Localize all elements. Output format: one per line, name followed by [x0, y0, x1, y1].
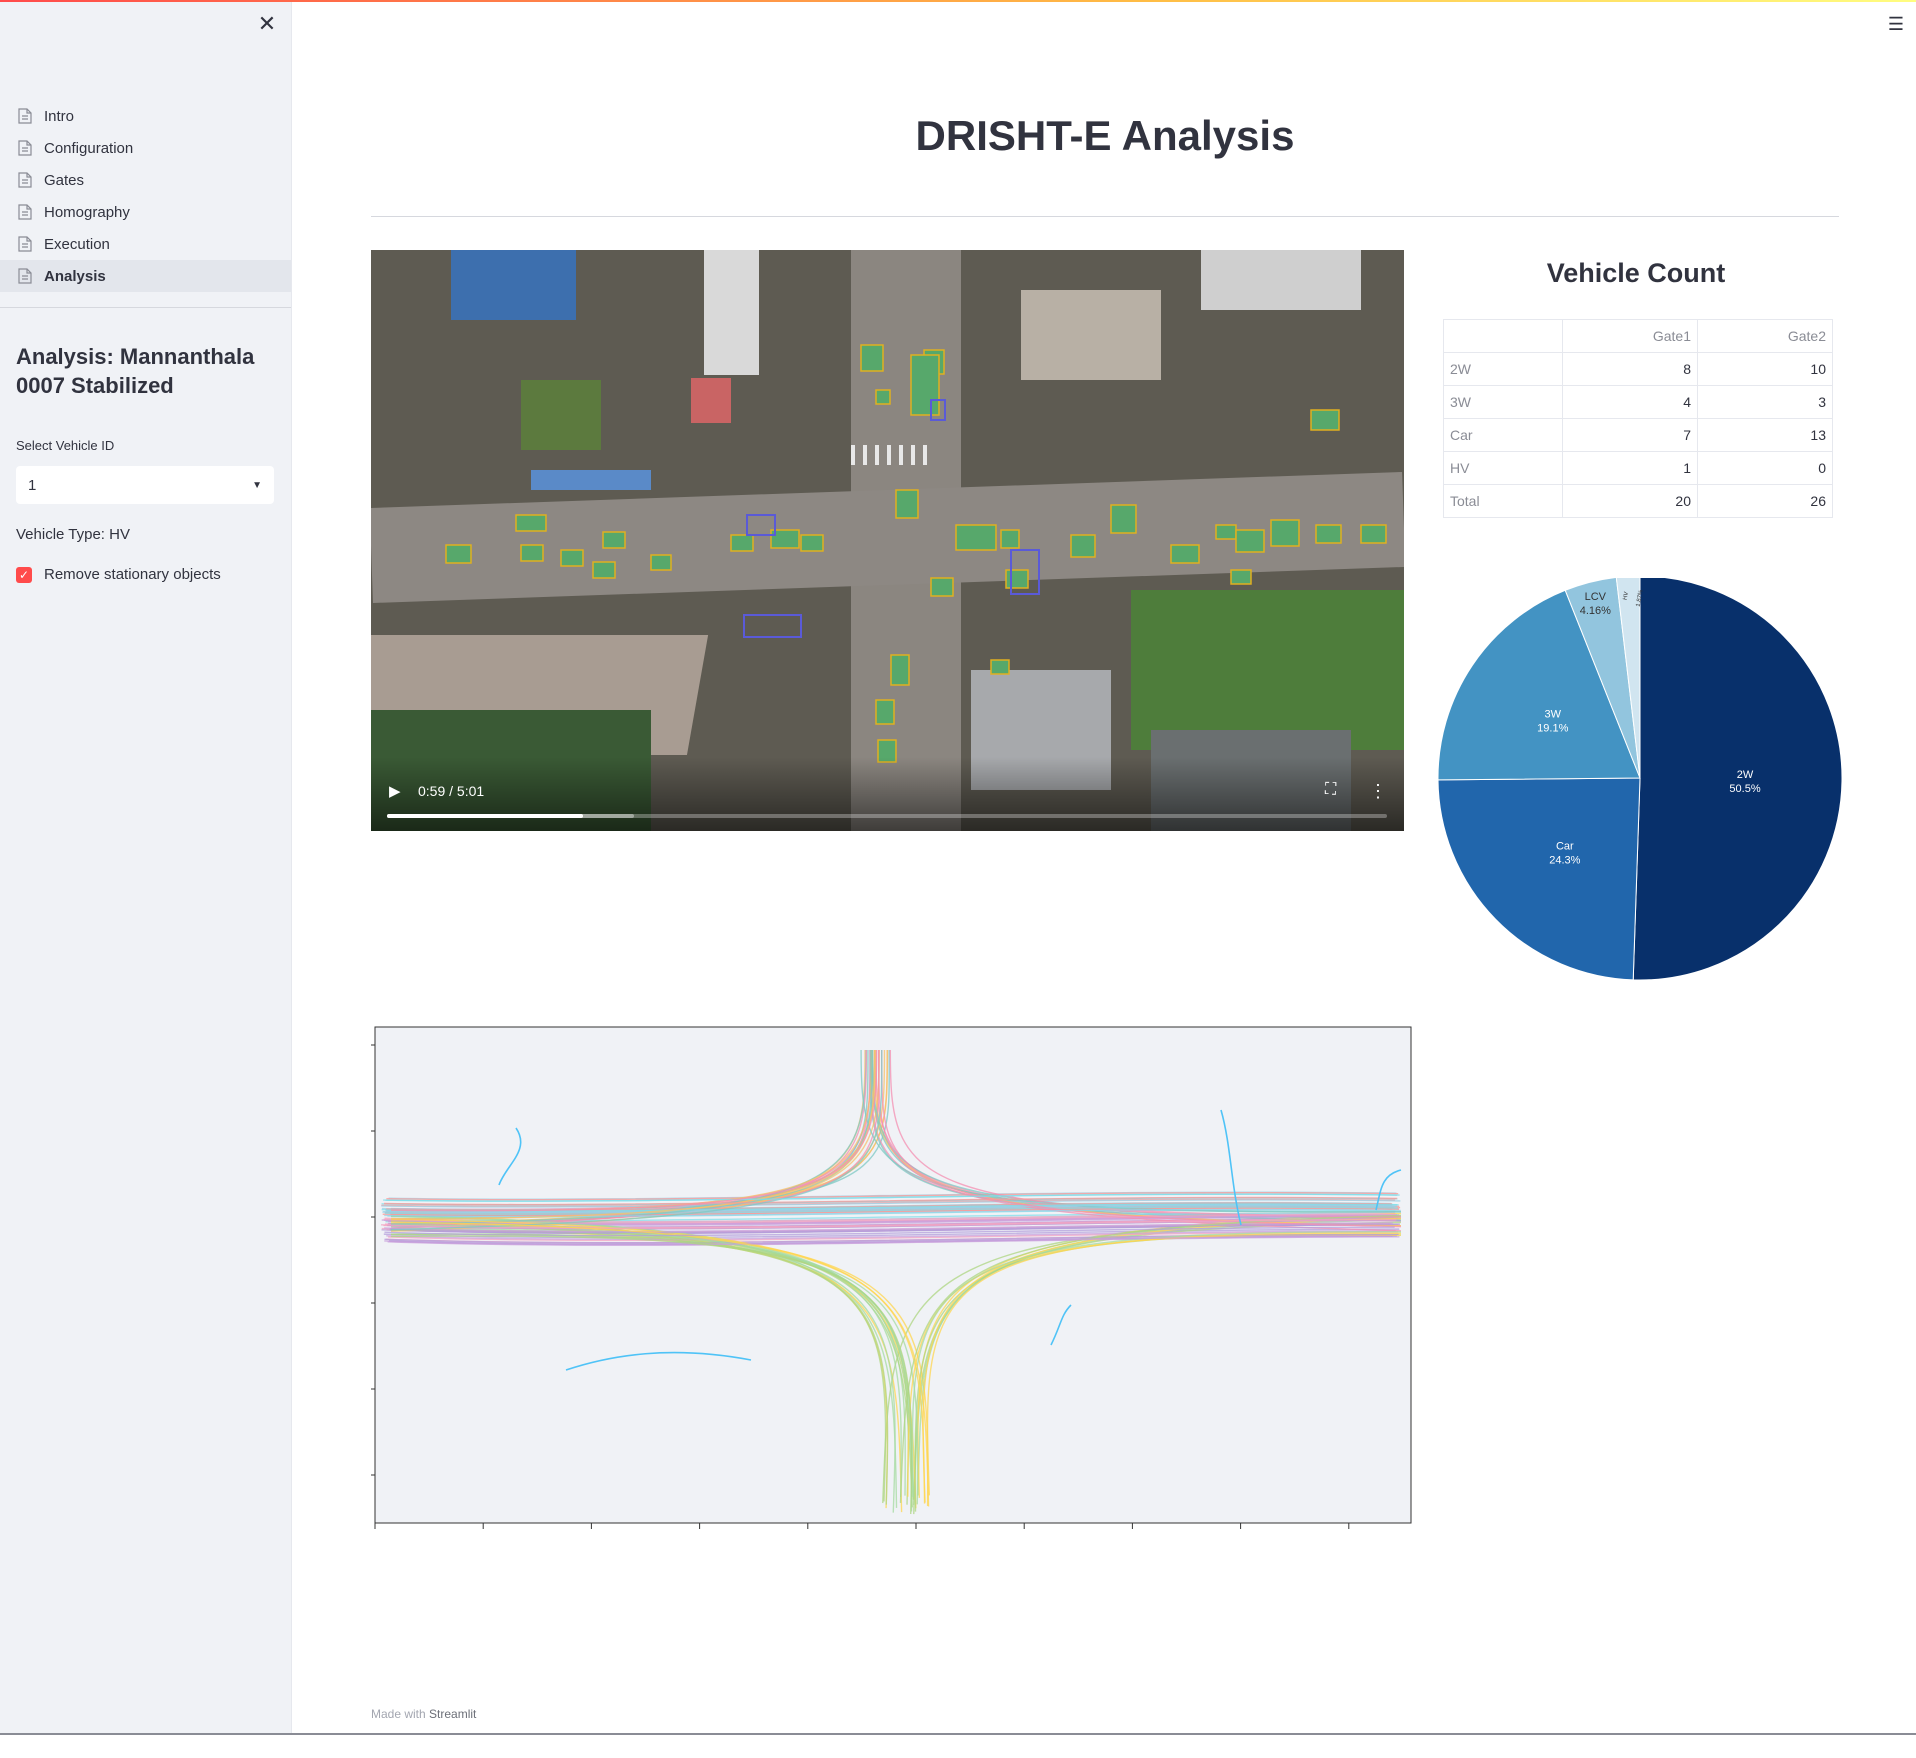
gate1-value: 20 — [1562, 484, 1698, 518]
remove-stationary-checkbox[interactable]: ✓ Remove stationary objects — [16, 566, 221, 583]
gate2-value: 10 — [1697, 352, 1833, 386]
close-icon: ✕ — [257, 11, 277, 36]
document-icon — [18, 172, 32, 188]
vehicle-count-table: Gate1 Gate2 2W 8 10 3W 4 3 Car 7 13 HV 1 0 Total 20 26 — [1443, 319, 1833, 518]
vehicle-type-pie-chart: 2W50.5%Car24.3%3W19.1%LCV4.16%HV 1.87% — [1437, 578, 1843, 981]
sidebar-item-label: Execution — [44, 235, 110, 253]
table-header-row: Gate1 Gate2 — [1443, 319, 1833, 353]
table-row: Car 7 13 — [1443, 418, 1833, 452]
vehicle-count-title: Vehicle Count — [1546, 258, 1726, 288]
pie-label: LCV — [1585, 591, 1607, 603]
page-title: DRISHT-E Analysis — [915, 112, 1295, 159]
sidebar-divider — [0, 307, 291, 308]
pie-label: 3W — [1545, 708, 1562, 720]
sidebar-item-execution[interactable]: Execution — [0, 228, 291, 260]
pie-label: Car — [1556, 840, 1574, 852]
table-header-blank — [1443, 319, 1563, 353]
main-menu-button[interactable]: ☰ — [1886, 14, 1906, 34]
pie-percent: 50.5% — [1729, 783, 1760, 795]
row-label: 2W — [1443, 352, 1563, 386]
row-label: Total — [1443, 484, 1563, 518]
row-label: HV — [1443, 451, 1563, 485]
video-progress-bar[interactable] — [387, 814, 1387, 818]
pie-slice-car[interactable] — [1437, 777, 1641, 981]
sidebar-item-label: Gates — [44, 171, 85, 189]
sidebar-item-label: Analysis — [44, 267, 106, 285]
checkbox-label: Remove stationary objects — [44, 566, 221, 583]
row-label: 3W — [1443, 385, 1563, 419]
play-icon: ▶ — [389, 783, 401, 800]
video-player[interactable]: ▶ 0:59 / 5:01 ⛶ ⋮ — [371, 250, 1404, 831]
more-vertical-icon: ⋮ — [1369, 781, 1387, 801]
fullscreen-button[interactable]: ⛶ — [1325, 781, 1345, 801]
table-row: 2W 8 10 — [1443, 352, 1833, 386]
title-divider — [371, 216, 1839, 217]
sidebar-item-label: Intro — [44, 107, 75, 125]
gate2-value: 3 — [1697, 385, 1833, 419]
gate1-value: 8 — [1562, 352, 1698, 386]
hamburger-menu-icon: ☰ — [1887, 14, 1905, 34]
gate2-value: 0 — [1697, 451, 1833, 485]
sidebar-item-label: Configuration — [44, 139, 134, 157]
video-time-display: 0:59 / 5:01 — [418, 783, 485, 799]
bottom-border — [0, 1733, 1916, 1735]
pie-percent: 19.1% — [1537, 722, 1568, 734]
play-button[interactable]: ▶ — [389, 784, 405, 800]
fullscreen-icon: ⛶ — [1325, 781, 1337, 798]
sidebar: ✕ Intro Configuration Gates Homography Execu… — [0, 2, 292, 1733]
select-vehicle-label: Select Vehicle ID — [16, 438, 115, 453]
sidebar-item-configuration[interactable]: Configuration — [0, 132, 291, 164]
sidebar-item-homography[interactable]: Homography — [0, 196, 291, 228]
close-sidebar-button[interactable]: ✕ — [255, 12, 279, 36]
document-icon — [18, 204, 32, 220]
sidebar-nav: Intro Configuration Gates Homography Executi… — [0, 100, 291, 292]
document-icon — [18, 268, 32, 284]
table-row: 3W 4 3 — [1443, 385, 1833, 419]
video-controls-bar: ▶ 0:59 / 5:01 ⛶ ⋮ — [371, 757, 1404, 831]
checkbox-checked-icon[interactable]: ✓ — [16, 566, 32, 583]
pie-percent: 4.16% — [1580, 605, 1611, 617]
gate2-value: 26 — [1697, 484, 1833, 518]
trajectory-plot — [371, 1026, 1412, 1529]
more-options-button[interactable]: ⋮ — [1369, 781, 1387, 801]
table-header-gate2: Gate2 — [1697, 319, 1833, 353]
vehicle-type-text: Vehicle Type: HV — [16, 526, 130, 543]
sidebar-item-analysis[interactable]: Analysis — [0, 260, 291, 292]
analysis-title: Analysis: Mannanthala 0007 Stabilized — [16, 344, 255, 398]
streamlit-link[interactable]: Streamlit — [429, 1707, 476, 1721]
document-icon — [18, 140, 32, 156]
aerial-video-frame — [371, 250, 1404, 831]
document-icon — [18, 236, 32, 252]
sidebar-item-gates[interactable]: Gates — [0, 164, 291, 196]
vehicle-id-value: 1 — [28, 476, 37, 494]
table-header-gate1: Gate1 — [1562, 319, 1698, 353]
pie-label: 2W — [1737, 769, 1754, 781]
gate1-value: 4 — [1562, 385, 1698, 419]
footer-prefix: Made with — [371, 1707, 426, 1721]
pie-percent: 24.3% — [1549, 854, 1580, 866]
gate1-value: 7 — [1562, 418, 1698, 452]
table-row: HV 1 0 — [1443, 451, 1833, 485]
table-row: Total 20 26 — [1443, 484, 1833, 518]
sidebar-item-label: Homography — [44, 203, 130, 221]
vehicle-id-select[interactable]: 1 ▼ — [16, 466, 274, 504]
document-icon — [18, 108, 32, 124]
chevron-down-icon: ▼ — [252, 479, 262, 491]
gate2-value: 13 — [1697, 418, 1833, 452]
video-progress-fill — [387, 814, 583, 818]
row-label: Car — [1443, 418, 1563, 452]
gate1-value: 1 — [1562, 451, 1698, 485]
footer: Made with Streamlit — [371, 1707, 476, 1721]
sidebar-item-intro[interactable]: Intro — [0, 100, 291, 132]
